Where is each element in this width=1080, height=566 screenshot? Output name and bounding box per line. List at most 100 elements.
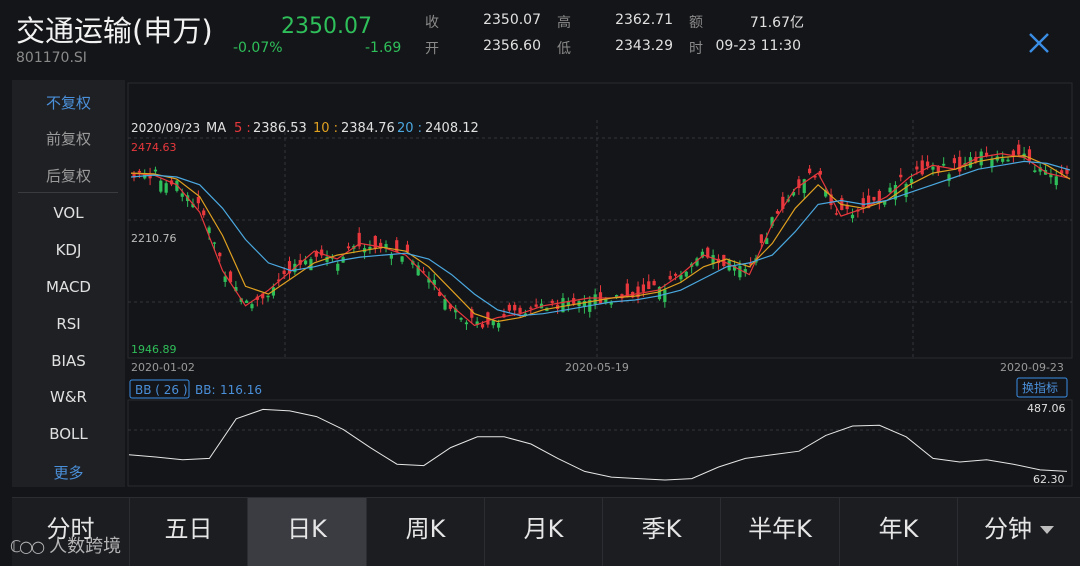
y-axis-mid: 2210.76	[131, 232, 177, 245]
candle	[202, 208, 206, 218]
candle	[598, 285, 603, 305]
ma10-label: 10 :	[313, 121, 338, 136]
candle	[904, 182, 908, 203]
candle	[245, 299, 249, 303]
candle	[159, 177, 163, 194]
candle	[266, 295, 270, 302]
ma20-label: 20 :	[397, 121, 422, 136]
candle	[432, 273, 436, 291]
candle	[486, 311, 490, 328]
sidebar-item-macd[interactable]: MACD	[12, 278, 125, 296]
close-icon	[1029, 33, 1049, 53]
change-value: -1.69	[365, 40, 402, 56]
candle	[357, 227, 361, 250]
candle	[593, 288, 597, 310]
sidebar-item-vol[interactable]: VOL	[12, 204, 125, 222]
candle	[850, 208, 855, 223]
tab-minute-label: 分钟	[984, 515, 1032, 543]
candle	[164, 180, 168, 196]
indicator-panel-frame	[127, 399, 1073, 487]
candle	[968, 152, 973, 169]
candle	[577, 298, 581, 313]
ma5-value: 2386.53	[253, 121, 307, 136]
ma-label: MA	[206, 121, 226, 136]
sidebar-item-boll[interactable]: BOLL	[12, 425, 125, 443]
sidebar-item-kdj[interactable]: KDJ	[12, 241, 125, 259]
sidebar-divider	[18, 192, 118, 193]
sidebar-item-rsi[interactable]: RSI	[12, 315, 125, 333]
candle	[405, 240, 410, 253]
candle	[384, 240, 388, 253]
candle	[588, 295, 592, 318]
candle	[990, 154, 994, 173]
tab-daily-k[interactable]: 日K	[248, 498, 367, 566]
x-axis-start: 2020-01-02	[131, 361, 195, 374]
candle	[454, 304, 458, 319]
candle	[1017, 140, 1021, 157]
candle	[684, 270, 688, 278]
sidebar-item-no-adjust[interactable]: 不复权	[12, 92, 125, 113]
candlesticks	[132, 140, 1069, 332]
indicator-name: BB:	[195, 383, 216, 397]
candle	[958, 150, 962, 177]
candle	[196, 190, 200, 210]
watermark-logo-icon: ℂ○○	[10, 537, 45, 556]
indicator-min: 62.30	[1033, 473, 1065, 486]
candle	[287, 256, 292, 280]
candle	[995, 150, 999, 163]
candle	[346, 242, 351, 251]
kline-chart-svg: 2020/09/23 MA 5 : 2386.53 10 : 2384.76 2…	[127, 82, 1073, 487]
indicator-param: BB ( 26 )	[135, 383, 188, 397]
candle	[647, 274, 651, 290]
candle	[582, 295, 587, 314]
tab-five-day[interactable]: 五日	[130, 498, 248, 566]
high-value: 2362.71	[615, 12, 673, 28]
open-label: 开	[425, 41, 439, 57]
candle	[459, 317, 463, 323]
close-label: 收	[425, 15, 439, 31]
ma5-label: 5 :	[234, 121, 251, 136]
ma20-value: 2408.12	[425, 121, 479, 136]
candle	[952, 154, 956, 170]
candle	[845, 202, 849, 215]
watermark: ℂ○○ 人数跨境	[10, 532, 121, 558]
tab-minute[interactable]: 分钟	[958, 498, 1080, 566]
candle	[1049, 168, 1053, 184]
tab-weekly-k[interactable]: 周K	[367, 498, 485, 566]
candle	[277, 273, 281, 287]
tab-monthly-k[interactable]: 月K	[485, 498, 603, 566]
sidebar-item-more[interactable]: 更多	[12, 462, 125, 483]
indicator-sidebar: 不复权 前复权 后复权 VOL KDJ MACD RSI BIAS W&R BO…	[12, 80, 125, 487]
candle	[379, 238, 383, 253]
amount-label: 额	[689, 15, 703, 31]
sidebar-item-backward-adjust[interactable]: 后复权	[12, 165, 125, 186]
y-axis-max: 2474.63	[131, 141, 177, 154]
sidebar-item-forward-adjust[interactable]: 前复权	[12, 128, 125, 149]
tab-quarterly-k[interactable]: 季K	[603, 498, 721, 566]
current-price: 2350.07	[281, 14, 372, 39]
candle	[373, 235, 377, 254]
sidebar-item-bias[interactable]: BIAS	[12, 352, 125, 370]
change-percent: -0.07%	[233, 40, 283, 56]
kline-chart[interactable]: 2020/09/23 MA 5 : 2386.53 10 : 2384.76 2…	[127, 80, 1080, 490]
close-button[interactable]	[1022, 26, 1056, 60]
index-name: 交通运输(申万)	[16, 14, 213, 48]
low-label: 低	[557, 41, 571, 57]
quote-header: 交通运输(申万) 801170.SI 2350.07 -0.07% -1.69 …	[0, 0, 1080, 80]
candle	[1006, 157, 1010, 162]
candle	[888, 182, 892, 194]
switch-indicator-label: 换指标	[1022, 380, 1058, 395]
candle	[920, 155, 924, 176]
chevron-down-icon	[1040, 526, 1054, 534]
candle	[942, 157, 946, 167]
chart-date: 2020/09/23	[131, 121, 200, 135]
candle	[491, 320, 495, 329]
tab-yearly-k[interactable]: 年K	[840, 498, 958, 566]
candle	[808, 165, 812, 175]
ma10-value: 2384.76	[341, 121, 395, 136]
sidebar-item-wr[interactable]: W&R	[12, 388, 125, 406]
tab-half-year-k[interactable]: 半年K	[721, 498, 840, 566]
candle	[840, 195, 844, 211]
open-value: 2356.60	[483, 38, 541, 54]
x-axis-mid: 2020-05-19	[565, 361, 629, 374]
